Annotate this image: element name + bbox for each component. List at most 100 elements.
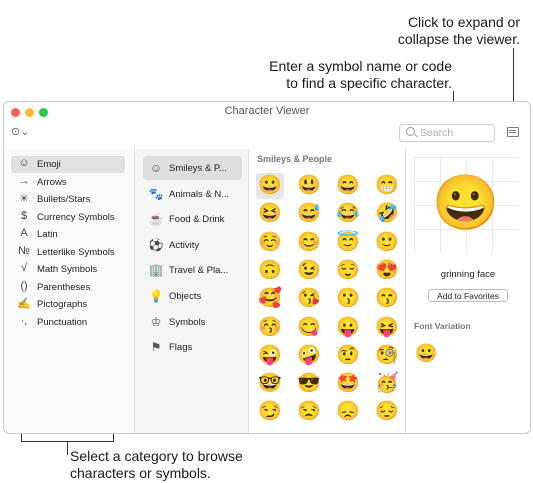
emoji-cell[interactable]: 😂 bbox=[334, 201, 362, 227]
expand-callout-line1: Click to expand or bbox=[407, 14, 520, 30]
emoji-cell[interactable]: 😋 bbox=[295, 315, 323, 341]
sidebar-item-parentheses[interactable]: () Parentheses bbox=[11, 279, 125, 296]
emoji-cell[interactable]: 😒 bbox=[295, 399, 323, 425]
emoji-cell[interactable]: 😔 bbox=[373, 399, 401, 425]
expand-callout-line2: collapse the viewer. bbox=[397, 31, 520, 47]
emoji-cell[interactable]: 😝 bbox=[373, 315, 401, 341]
emoji-cell[interactable]: 😍 bbox=[373, 258, 401, 284]
emoji-cell[interactable]: 😞 bbox=[334, 399, 362, 425]
currency-symbols-icon: $ bbox=[20, 209, 28, 222]
emoji-category-objects[interactable]: 💡 Objects bbox=[143, 284, 242, 308]
flags-icon: ⚑ bbox=[150, 340, 162, 355]
emoji-category-animals-n[interactable]: 🐾 Animals & N... bbox=[143, 182, 242, 206]
emoji-cell[interactable]: 😏 bbox=[256, 399, 284, 425]
emoji-cell[interactable]: 🤩 bbox=[334, 371, 362, 397]
emoji-category-flags[interactable]: ⚑ Flags bbox=[143, 335, 242, 359]
category-callout: Select a category to browse characters o… bbox=[70, 448, 300, 482]
add-to-favorites-button[interactable]: Add to Favorites bbox=[428, 289, 508, 302]
sidebar-item-pictographs[interactable]: ✍ Pictographs bbox=[11, 296, 125, 313]
window-title: Character Viewer bbox=[224, 105, 310, 117]
search-callout-line1: Enter a symbol name or code bbox=[269, 58, 452, 74]
sidebar-item-currency-symbols[interactable]: $ Currency Symbols bbox=[11, 209, 125, 226]
emoji-cell[interactable]: 🤓 bbox=[256, 371, 284, 397]
emoji-category-label: Travel & Pla... bbox=[169, 265, 229, 277]
emoji-category-label: Symbols bbox=[169, 316, 206, 328]
sidebar-item-latin[interactable]: A Latin bbox=[11, 226, 125, 243]
search-callout: Enter a symbol name or code to find a sp… bbox=[232, 58, 452, 92]
letterlike-symbols-icon: № bbox=[18, 244, 30, 257]
sidebar-item-label: Emoji bbox=[37, 159, 61, 170]
emoji-cell[interactable]: 😎 bbox=[295, 371, 323, 397]
emoji-cell[interactable]: 🙃 bbox=[256, 258, 284, 284]
emoji-cell[interactable]: 🤨 bbox=[334, 343, 362, 369]
character-viewer-window: Character Viewer ⊙⌄ ☺ Emoji → Arrows ✳ Bullet… bbox=[3, 101, 531, 434]
emoji-cell[interactable]: 🤪 bbox=[295, 343, 323, 369]
food-drink-icon: ☕ bbox=[148, 212, 164, 227]
category-callout-line1: Select a category to browse bbox=[70, 448, 243, 464]
emoji-cell[interactable]: 🤣 bbox=[373, 201, 401, 227]
emoji-category-label: Flags bbox=[169, 342, 193, 354]
emoji-category-smileys-p[interactable]: ☺ Smileys & P... bbox=[143, 156, 242, 180]
emoji-cell[interactable]: 😙 bbox=[373, 286, 401, 312]
sidebar-item-emoji[interactable]: ☺ Emoji bbox=[11, 156, 125, 173]
emoji-cell[interactable]: 🥰 bbox=[256, 286, 284, 312]
emoji-cell[interactable]: 🧐 bbox=[373, 343, 401, 369]
sidebar-item-label: Letterlike Symbols bbox=[37, 246, 115, 258]
objects-icon: 💡 bbox=[148, 289, 164, 303]
font-variation-emoji[interactable]: 😀 bbox=[415, 343, 437, 364]
font-variation-heading: Font Variation bbox=[414, 321, 471, 331]
emoji-cell[interactable]: 😇 bbox=[334, 230, 362, 256]
emoji-cell[interactable]: ☺️ bbox=[256, 230, 284, 256]
grid-heading: Smileys & People bbox=[257, 154, 333, 164]
emoji-category-activity[interactable]: ⚽ Activity bbox=[143, 233, 242, 257]
emoji-cell[interactable]: 😆 bbox=[256, 201, 284, 227]
emoji-cell[interactable]: 🥳 bbox=[373, 371, 401, 397]
emoji-cell[interactable]: 😊 bbox=[295, 230, 323, 256]
character-grid: Smileys & People 😀 😃 😄 😁 😆 😅 😂 🤣 ☺️ 😊 😇 🙂 🙃 😉 😌 😍 🥰 😘 😗 😙 😚 😋… bbox=[249, 149, 406, 433]
emoji-category-label: Smileys & P... bbox=[169, 163, 227, 174]
emoji-cell[interactable]: 🙂 bbox=[373, 230, 401, 256]
toolbar: ⊙⌄ bbox=[4, 122, 530, 148]
emoji-cell[interactable]: 😉 bbox=[295, 258, 323, 284]
emoji-category-symbols[interactable]: ♔ Symbols bbox=[143, 310, 242, 334]
emoji-cell[interactable]: 😁 bbox=[373, 173, 401, 199]
sidebar-item-label: Latin bbox=[37, 229, 58, 240]
action-menu-button[interactable]: ⊙⌄ bbox=[11, 125, 29, 138]
emoji-cell[interactable]: 😘 bbox=[295, 286, 323, 312]
emoji-cell[interactable]: 😚 bbox=[256, 315, 284, 341]
activity-icon: ⚽ bbox=[148, 237, 164, 252]
emoji-cell[interactable]: 😗 bbox=[334, 286, 362, 312]
emoji-category-label: Animals & N... bbox=[169, 188, 230, 200]
sidebar-item-label: Bullets/Stars bbox=[37, 194, 91, 205]
emoji-cell[interactable]: 😄 bbox=[334, 173, 362, 199]
emoji-cell[interactable]: 😀 bbox=[256, 173, 284, 199]
symbols-icon: ♔ bbox=[150, 314, 162, 329]
search-field[interactable] bbox=[399, 124, 495, 142]
sidebar-item-label: Math Symbols bbox=[37, 264, 98, 275]
emoji-cell[interactable]: 😃 bbox=[295, 173, 323, 199]
sidebar-item-punctuation[interactable]: ·, Punctuation bbox=[11, 314, 125, 331]
emoji-cell[interactable]: 😛 bbox=[334, 315, 362, 341]
emoji-category-travel-pla[interactable]: 🏢 Travel & Pla... bbox=[143, 258, 242, 282]
emoji-cell[interactable]: 😜 bbox=[256, 343, 284, 369]
search-callout-line2: to find a specific character. bbox=[286, 75, 452, 91]
arrows-icon: → bbox=[18, 174, 30, 187]
sidebar-toggle-icon[interactable] bbox=[507, 127, 519, 137]
character-name: grinning face bbox=[440, 269, 496, 280]
sidebar-item-arrows[interactable]: → Arrows bbox=[11, 174, 125, 191]
sidebar-item-label: Currency Symbols bbox=[37, 211, 115, 223]
emoji-category-food-drink[interactable]: ☕ Food & Drink bbox=[143, 207, 242, 231]
title-bar: Character Viewer bbox=[4, 102, 530, 122]
sidebar-item-bullets-stars[interactable]: ✳ Bullets/Stars bbox=[11, 191, 125, 208]
sidebar-item-label: Arrows bbox=[37, 176, 67, 188]
search-input[interactable] bbox=[420, 126, 490, 139]
emoji-cell[interactable]: 😌 bbox=[334, 258, 362, 284]
pictographs-icon: ✍ bbox=[17, 298, 31, 310]
emoji-cell[interactable]: 😅 bbox=[295, 201, 323, 227]
character-preview: 😀 bbox=[414, 157, 518, 253]
emoji-category-label: Food & Drink bbox=[169, 214, 225, 226]
sidebar-item-math-symbols[interactable]: √ Math Symbols bbox=[11, 261, 125, 278]
sidebar-item-letterlike-symbols[interactable]: № Letterlike Symbols bbox=[11, 244, 125, 261]
sidebar-item-label: Punctuation bbox=[37, 316, 88, 328]
expand-callout: Click to expand or collapse the viewer. bbox=[370, 14, 520, 48]
